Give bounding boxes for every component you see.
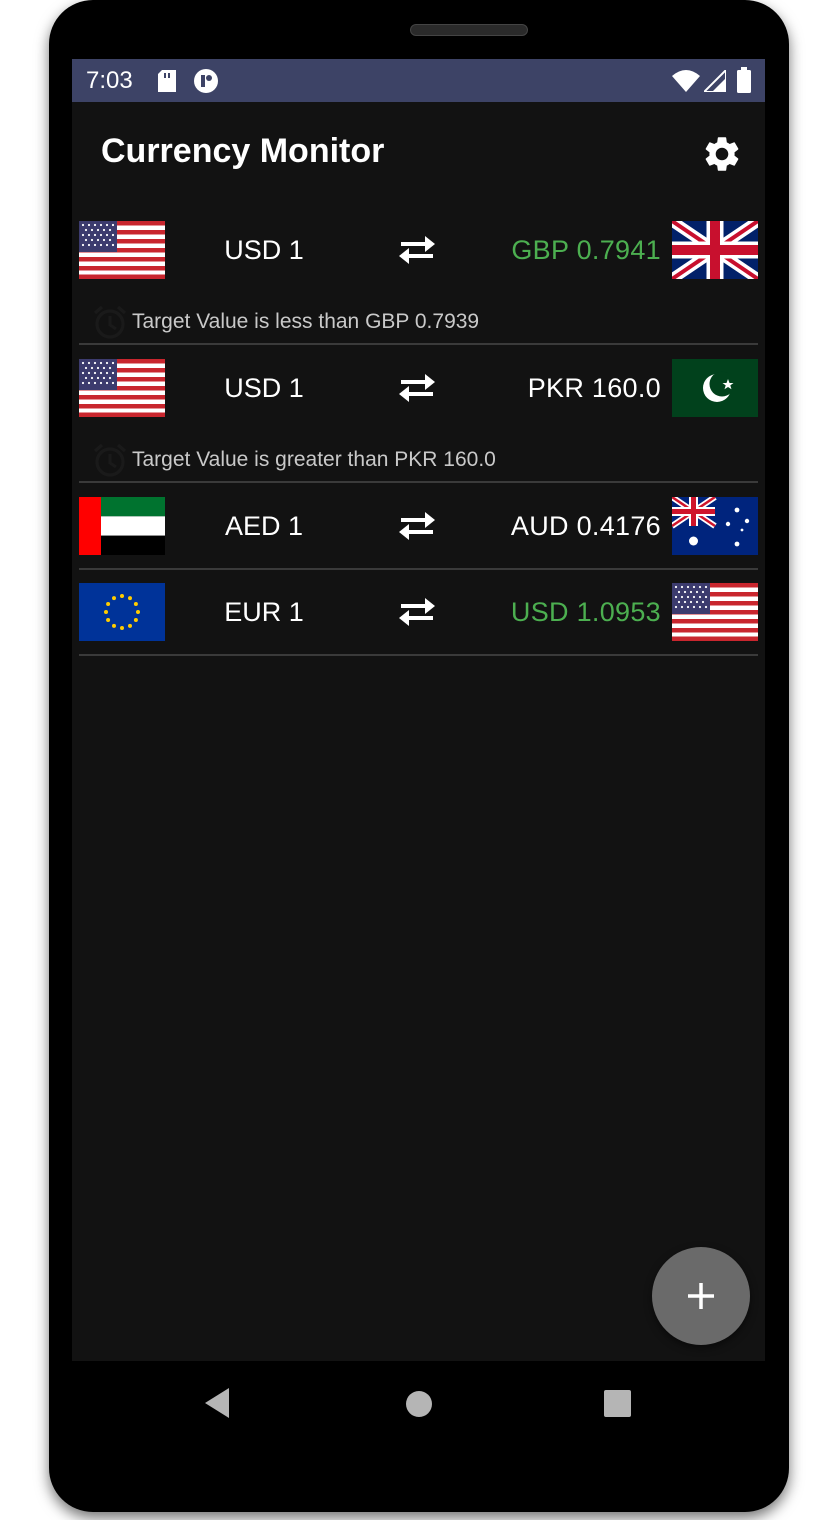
divider <box>79 343 758 345</box>
ae-flag-icon <box>79 497 165 555</box>
battery-icon <box>737 67 751 93</box>
quote-rate-label: GBP 0.7941 <box>511 235 661 265</box>
target-alert[interactable]: Target Value is greater than PKR 160.0 <box>92 442 496 478</box>
base-currency-label: EUR 1 <box>224 597 304 627</box>
currency-pair-row[interactable]: USD 1 PKR 160.0 <box>79 359 758 417</box>
gb-flag-icon <box>672 221 758 279</box>
divider <box>79 481 758 483</box>
status-bar: 7:03 <box>72 59 765 102</box>
base-currency-label: USD 1 <box>224 235 304 265</box>
quote-rate-label: USD 1.0953 <box>510 597 661 627</box>
speaker-grille <box>410 24 528 36</box>
target-alert-text: Target Value is less than GBP 0.7939 <box>132 310 480 333</box>
currency-pair-row[interactable]: AED 1 AUD 0.4176 <box>79 497 758 555</box>
swap-icon[interactable] <box>397 234 437 266</box>
swap-icon[interactable] <box>397 596 437 628</box>
divider <box>79 568 758 570</box>
swap-icon[interactable] <box>397 372 437 404</box>
au-flag-icon <box>672 497 758 555</box>
swap-icon[interactable] <box>397 510 437 542</box>
us-flag-icon <box>672 583 758 641</box>
page-title: Currency Monitor <box>101 132 385 170</box>
target-alert[interactable]: Target Value is less than GBP 0.7939 <box>92 304 479 340</box>
quote-rate-label: PKR 160.0 <box>527 373 661 403</box>
eu-flag-icon <box>79 583 165 641</box>
alarm-icon <box>92 442 128 478</box>
app-notification-icon <box>194 69 218 93</box>
recents-icon[interactable] <box>604 1390 631 1417</box>
wifi-icon <box>672 70 700 92</box>
app-screen: 7:03 Currency Monitor USD 1 GBP 0.7941 T… <box>72 59 765 1361</box>
alarm-icon <box>92 304 128 340</box>
base-currency-label: AED 1 <box>224 511 304 541</box>
add-pair-button[interactable] <box>652 1247 750 1345</box>
quote-rate-label: AUD 0.4176 <box>510 511 661 541</box>
currency-pair-row[interactable]: USD 1 GBP 0.7941 <box>79 221 758 279</box>
divider <box>79 654 758 656</box>
pk-flag-icon <box>672 359 758 417</box>
status-time: 7:03 <box>86 67 133 94</box>
back-icon[interactable] <box>203 1387 231 1419</box>
gear-icon[interactable] <box>701 133 743 175</box>
home-icon[interactable] <box>406 1391 432 1417</box>
currency-pair-row[interactable]: EUR 1 USD 1.0953 <box>79 583 758 641</box>
target-alert-text: Target Value is greater than PKR 160.0 <box>132 448 496 471</box>
plus-icon <box>688 1283 714 1309</box>
base-currency-label: USD 1 <box>224 373 304 403</box>
sd-card-icon <box>158 70 176 92</box>
us-flag-icon <box>79 359 165 417</box>
us-flag-icon <box>79 221 165 279</box>
signal-icon <box>704 70 726 92</box>
navigation-bar <box>72 1361 765 1445</box>
